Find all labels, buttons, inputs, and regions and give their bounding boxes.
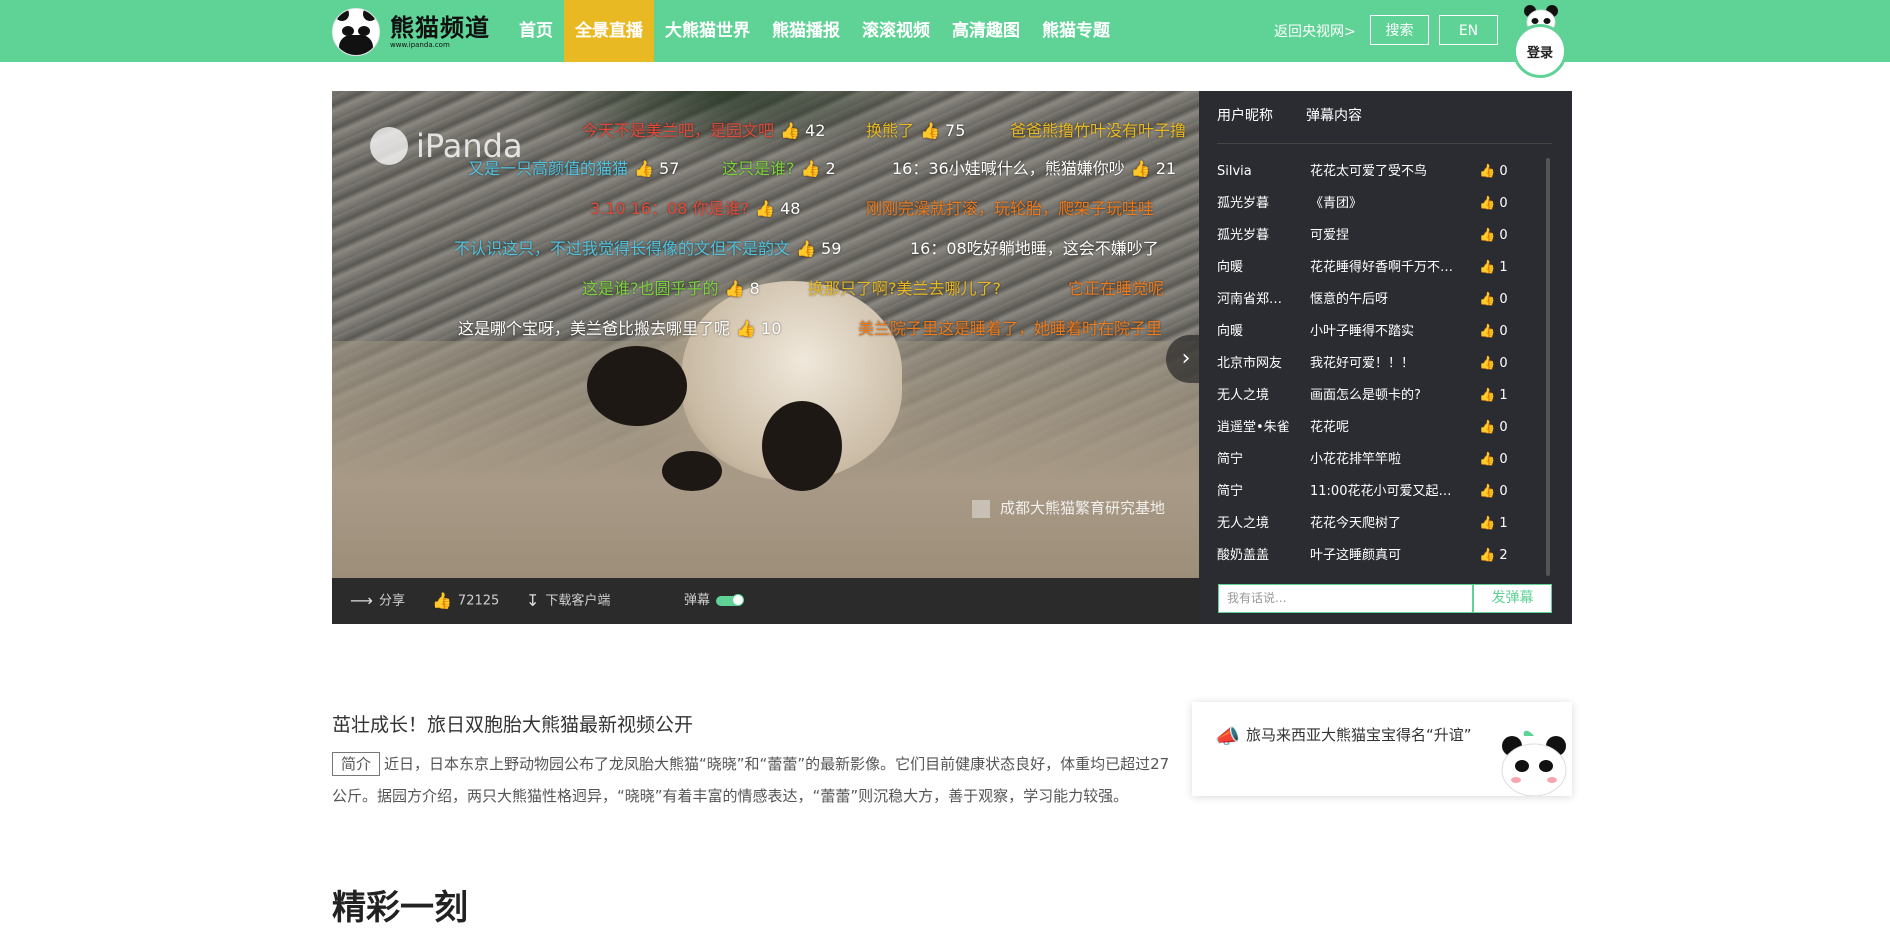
login-button[interactable]: 登录	[1513, 24, 1567, 78]
share-button[interactable]: ⟶ 分享	[350, 578, 405, 624]
nav-panda-world[interactable]: 大熊猫世界	[654, 0, 761, 62]
share-icon: ⟶	[350, 591, 373, 610]
danmaku-row: Silvia 花花太可爱了受不鸟 👍 0	[1217, 162, 1552, 182]
like-button[interactable]: 👍 72125	[432, 578, 499, 624]
article-summary: 简介 近日，日本东京上野动物园公布了龙凤胎大熊猫“晓晓”和“蕾蕾”的最新影像。它们…	[332, 748, 1170, 812]
danmaku-row: 向暖花花睡得好香啊千万不要吵醒它👍 1	[1217, 258, 1552, 278]
danmaku-row: 简宁11:00花花小可爱又起床了呢👍 0	[1217, 482, 1552, 502]
location-watermark: 成都大熊猫繁育研究基地	[972, 497, 1165, 518]
like-button[interactable]: 👍 0	[1479, 290, 1508, 310]
like-button[interactable]: 👍 0	[1479, 450, 1508, 470]
like-button[interactable]: 👍 1	[1479, 258, 1508, 278]
panda-logo-icon	[332, 8, 380, 56]
danmaku-row: 孤光岁暮 可爱捏 👍 0	[1217, 226, 1552, 246]
video-control-bar: ⟶ 分享 👍 72125 ↧ 下载客户端 弹幕	[332, 578, 1199, 624]
danmaku-row: 向暖 小叶子睡得不踏实 👍 0	[1217, 322, 1552, 342]
danmaku-item: 爸爸熊撸竹叶没有叶子撸	[1010, 121, 1187, 140]
danmaku-panel: 用户昵称 弹幕内容 Silvia 花花太可爱了受不鸟 👍 0 孤光岁暮 《青团》 👍 0 …	[1199, 91, 1572, 624]
download-client-button[interactable]: ↧ 下载客户端	[526, 578, 610, 624]
danmaku-item: 3.10 16：08 你是谁? 👍 48	[590, 199, 801, 218]
summary-tag: 简介	[332, 752, 381, 776]
danmaku-row: 逍遥堂•朱雀 花花呢 👍 0	[1217, 418, 1552, 438]
danmaku-item: 换那只了啊?美兰去哪儿了?	[808, 279, 1001, 298]
danmaku-item: 16：36小娃喊什么，熊猫嫌你吵 👍 21	[892, 159, 1177, 178]
language-button[interactable]: EN	[1439, 15, 1498, 45]
thumbs-up-icon: 👍	[432, 591, 452, 610]
like-button[interactable]: 👍 1	[1479, 514, 1508, 534]
article-body: 近日，日本东京上野动物园公布了龙凤胎大熊猫“晓晓”和“蕾蕾”的最新影像。它们目前…	[332, 755, 1170, 805]
news-headline[interactable]: 旅马来西亚大熊猫宝宝得名“升谊”	[1246, 724, 1472, 745]
toggle-switch-icon	[716, 593, 745, 606]
nav-live[interactable]: 全景直播	[564, 0, 654, 62]
danmaku-row: 河南省郑州市网友惬意的午后呀👍 0	[1217, 290, 1552, 310]
site-logo[interactable]: 熊猫频道 www.ipanda.com	[332, 8, 492, 56]
danmaku-input[interactable]: 我有话说...	[1218, 584, 1473, 613]
danmaku-row: 酸奶盖盖 叶子这睡颜真可 👍 2	[1217, 546, 1552, 566]
like-button[interactable]: 👍 0	[1479, 322, 1508, 342]
danmaku-item: 换熊了 👍 75	[866, 121, 966, 140]
danmaku-item: 这是哪个宝呀，美兰爸比搬去哪里了呢 👍 10	[458, 319, 782, 338]
like-button[interactable]: 👍 0	[1479, 482, 1508, 502]
danmaku-row: 北京市网友 我花好可爱！！！ 👍 0	[1217, 354, 1552, 374]
section-title: 精彩一刻	[332, 888, 468, 928]
site-header: 熊猫频道 www.ipanda.com 首页 全景直播 大熊猫世界 熊猫播报 滚…	[0, 0, 1890, 78]
base-logo-icon	[972, 499, 990, 518]
column-content: 弹幕内容	[1306, 108, 1362, 124]
danmaku-item: 不认识这只，不过我觉得长得像的文但不是韵文 👍 59	[454, 239, 842, 258]
search-button[interactable]: 搜索	[1370, 15, 1429, 45]
like-button[interactable]: 👍 1	[1479, 386, 1508, 406]
panda-mascot-icon	[1501, 730, 1567, 796]
danmaku-item: 16：08吃好躺地睡，这会不嫌吵了	[910, 239, 1159, 258]
news-card[interactable]: 📣 旅马来西亚大熊猫宝宝得名“升谊”	[1192, 702, 1572, 796]
like-button[interactable]: 👍 2	[1479, 546, 1508, 566]
danmaku-item: 它正在睡觉呢	[1068, 279, 1165, 298]
like-button[interactable]: 👍 0	[1479, 162, 1508, 182]
danmaku-scrollbar[interactable]	[1546, 158, 1550, 576]
danmaku-row: 简宁 小花花排竿竿啦 👍 0	[1217, 450, 1552, 470]
live-video-player[interactable]: iPanda 成都大熊猫繁育研究基地 今天不是美兰吧，是园文吧 👍 42 换熊了 👍…	[332, 91, 1199, 578]
danmaku-item: 这是谁?也圆乎乎的 👍 8	[582, 279, 760, 298]
nav-specials[interactable]: 熊猫专题	[1031, 0, 1121, 62]
divider	[1217, 143, 1552, 144]
danmaku-item: 刚刚完澡就打滚，玩轮胎，爬架子玩哇哇	[866, 199, 1155, 218]
nav-home[interactable]: 首页	[508, 0, 564, 62]
nav-hd-pictures[interactable]: 高清趣图	[941, 0, 1031, 62]
like-button[interactable]: 👍 0	[1479, 226, 1508, 246]
danmaku-row: 孤光岁暮 《青团》 👍 0	[1217, 194, 1552, 214]
danmaku-item: 又是一只高颜值的猫猫 👍 57	[468, 159, 680, 178]
download-icon: ↧	[526, 591, 540, 610]
like-button[interactable]: 👍 0	[1479, 194, 1508, 214]
column-user: 用户昵称	[1217, 108, 1273, 124]
logo-title: 熊猫频道	[390, 13, 490, 42]
article-title[interactable]: 茁壮成长！旅日双胞胎大熊猫最新视频公开	[332, 710, 693, 737]
send-danmaku-button[interactable]: 发弹幕	[1473, 584, 1552, 613]
nav-panda-news[interactable]: 熊猫播报	[761, 0, 851, 62]
logo-url: www.ipanda.com	[390, 40, 450, 49]
danmaku-item: 美兰院子里这是睡着了，她睡着时在院子里	[858, 319, 1163, 338]
danmaku-item: 这只是谁? 👍 2	[722, 159, 836, 178]
back-to-cctv-link[interactable]: 返回央视网>	[1274, 21, 1356, 41]
nav-videos[interactable]: 滚滚视频	[851, 0, 941, 62]
megaphone-icon: 📣	[1215, 724, 1240, 748]
main-nav: 首页 全景直播 大熊猫世界 熊猫播报 滚滚视频 高清趣图 熊猫专题	[508, 0, 1121, 62]
danmaku-row: 无人之境 花花今天爬树了 👍 1	[1217, 514, 1552, 534]
danmaku-row: 无人之境 画面怎么是顿卡的? 👍 1	[1217, 386, 1552, 406]
like-button[interactable]: 👍 0	[1479, 418, 1508, 438]
danmaku-toggle[interactable]: 弹幕	[684, 578, 745, 624]
danmaku-panel-header: 用户昵称 弹幕内容	[1217, 105, 1395, 125]
like-button[interactable]: 👍 0	[1479, 354, 1508, 374]
panda-logo-icon	[370, 127, 408, 165]
danmaku-item: 今天不是美兰吧，是园文吧 👍 42	[582, 121, 826, 140]
